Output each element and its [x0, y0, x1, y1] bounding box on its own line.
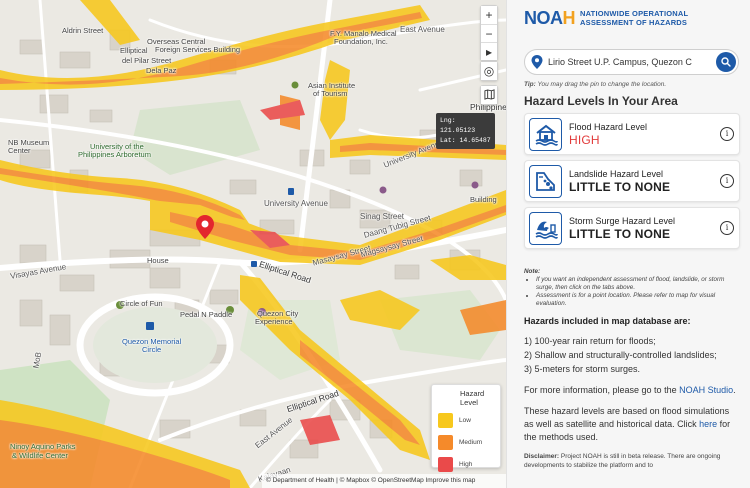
map-label-experience: Experience [255, 317, 293, 326]
map-label-sinag: Sinag Street [360, 212, 405, 221]
flood-house-icon [529, 117, 562, 151]
map-label-elliptical-top: Elliptical [120, 46, 148, 55]
longitude-value: Lng: 121.05123 [440, 117, 476, 134]
map-label-pedal-n-paddle: Pedal N Paddle [180, 310, 233, 319]
landslide-hazard-card[interactable]: Landslide Hazard Level LITTLE TO NONE i [524, 160, 740, 202]
map-label-of-tourism: of Tourism [313, 89, 348, 98]
storm-surge-hazard-card[interactable]: Storm Surge Hazard Level LITTLE TO NONE … [524, 207, 740, 249]
list-item: 3) 5-meters for storm surges. [524, 364, 641, 374]
layers-control [480, 85, 498, 105]
methods-text: These hazard levels are based on flood s… [524, 405, 739, 444]
map-layers-icon [483, 89, 495, 100]
map-label-foreign-bldg: Foreign Services Building [155, 45, 241, 54]
flood-hazard-card[interactable]: Flood Hazard Level HIGH i [524, 113, 740, 155]
map-label-arboretum-2: Philippines Arboretum [78, 150, 151, 159]
list-item: 1) 100-year rain return for floods; [524, 336, 656, 346]
map-label-building: Building [470, 195, 497, 204]
map-label-memorial-circle: Circle [142, 345, 162, 354]
location-marker-icon [531, 55, 543, 69]
map-attribution[interactable]: © Department of Health | © Mapbox © Open… [262, 474, 506, 488]
map-label-foundation: Foundation, Inc. [334, 37, 388, 46]
hazard-legend: Hazard Level Low Medium High [431, 384, 501, 472]
app-root: Aldrin Street Overseas Central Foreign S… [0, 0, 750, 488]
legend-item-low: Low [438, 411, 494, 429]
map-label-dela-paz: Dela Paz [146, 66, 177, 75]
landslide-info-icon[interactable]: i [720, 174, 734, 188]
map-label-ninoy-2: & Wildlife Center [12, 451, 68, 460]
more-info-text: For more information, please go to the N… [524, 384, 739, 397]
latitude-value: Lat: 14.65487 [440, 137, 491, 144]
map-label-circle-of-fun: Circle of Fun [120, 299, 163, 308]
disclaimer-text: Disclaimer: Project NOAH is still in bet… [524, 452, 739, 470]
storm-surge-info-icon[interactable]: i [720, 221, 734, 235]
zoom-control: + − ▸ [480, 5, 498, 61]
legend-swatch-low [438, 412, 453, 428]
legend-label-medium: Medium [459, 438, 483, 446]
legend-label-high: High [459, 460, 473, 468]
tip-label: Tip: [524, 81, 536, 88]
map-database-heading: Hazards included in map database are: [524, 316, 691, 326]
legend-item-medium: Medium [438, 433, 494, 451]
location-search-input[interactable] [548, 57, 716, 67]
more-info-prefix: For more information, please go to the [524, 385, 680, 395]
flood-hazard-title: Flood Hazard Level [569, 122, 648, 132]
zoom-out-button[interactable]: − [481, 24, 497, 42]
geolocate-button[interactable]: ◎ [481, 62, 497, 80]
map-database-list: 1) 100-year rain return for floods; 2) S… [524, 334, 739, 376]
methods-link[interactable]: here [699, 419, 717, 429]
tip-text: Tip: You may drag the pin to change the … [524, 81, 739, 88]
legend-swatch-medium [438, 434, 453, 450]
assessment-note: Note: If you want an independent assessm… [524, 268, 739, 308]
brand-line-1: NATIONWIDE OPERATIONAL [580, 9, 689, 18]
map-label-ninoy-1: Ninoy Aquino Parks [10, 442, 76, 451]
legend-swatch-high [438, 456, 453, 472]
hazard-map[interactable]: Aldrin Street Overseas Central Foreign S… [0, 0, 506, 488]
list-item: 2) Shallow and structurally-controlled l… [524, 350, 717, 360]
more-info-suffix: . [733, 385, 736, 395]
storm-surge-hazard-value: LITTLE TO NONE [569, 227, 671, 241]
coordinates-readout: Lng: 121.05123 Lat: 14.65487 [436, 113, 495, 149]
note-title: Note: [524, 268, 541, 275]
landslide-hazard-title: Landslide Hazard Level [569, 169, 664, 179]
geolocate-control: ◎ [480, 61, 498, 81]
storm-surge-wave-icon [529, 211, 562, 245]
landslide-icon [529, 164, 562, 198]
brand-name: NATIONWIDE OPERATIONAL ASSESSMENT OF HAZ… [580, 9, 688, 27]
legend-item-high: High [438, 455, 494, 473]
location-pin-icon[interactable] [196, 215, 214, 239]
storm-surge-hazard-title: Storm Surge Hazard Level [569, 216, 676, 226]
layers-button[interactable] [481, 86, 497, 104]
noah-studio-link[interactable]: NOAH Studio [679, 385, 733, 395]
landslide-hazard-value: LITTLE TO NONE [569, 180, 671, 194]
legend-label-low: Low [459, 416, 471, 424]
search-icon [721, 57, 731, 67]
tip-message: You may drag the pin to change the locat… [537, 81, 667, 88]
note-item: If you want an independent assessment of… [536, 276, 739, 292]
note-item: Assessment is for a point location. Plea… [536, 292, 739, 308]
disclaimer-label: Disclaimer: [524, 453, 560, 460]
noah-logo[interactable]: NOAH [524, 8, 575, 29]
map-label-nb-center: Center [8, 146, 31, 155]
map-label-east-avenue-top: East Avenue [400, 25, 445, 34]
logo-accent: H [562, 7, 576, 28]
flood-info-icon[interactable]: i [720, 127, 734, 141]
map-label-house: House [147, 256, 169, 265]
hazard-side-panel: NOAH NATIONWIDE OPERATIONAL ASSESSMENT O… [506, 0, 750, 488]
logo-text: NOA [524, 7, 563, 28]
map-label-del-pilar: del Pilar Street [122, 56, 172, 65]
legend-title: Hazard Level [460, 389, 485, 407]
brand-header: NOAH NATIONWIDE OPERATIONAL ASSESSMENT O… [524, 3, 739, 33]
brand-line-2: ASSESSMENT OF HAZARDS [580, 18, 688, 27]
search-button[interactable] [716, 52, 736, 72]
compass-button[interactable]: ▸ [481, 42, 497, 60]
location-search-bar [524, 49, 739, 75]
map-label-university-ave-mid: University Avenue [264, 199, 328, 208]
hazard-levels-heading: Hazard Levels In Your Area [524, 94, 678, 108]
map-label-aldrin: Aldrin Street [62, 26, 104, 35]
flood-hazard-value: HIGH [569, 133, 600, 147]
zoom-in-button[interactable]: + [481, 6, 497, 24]
